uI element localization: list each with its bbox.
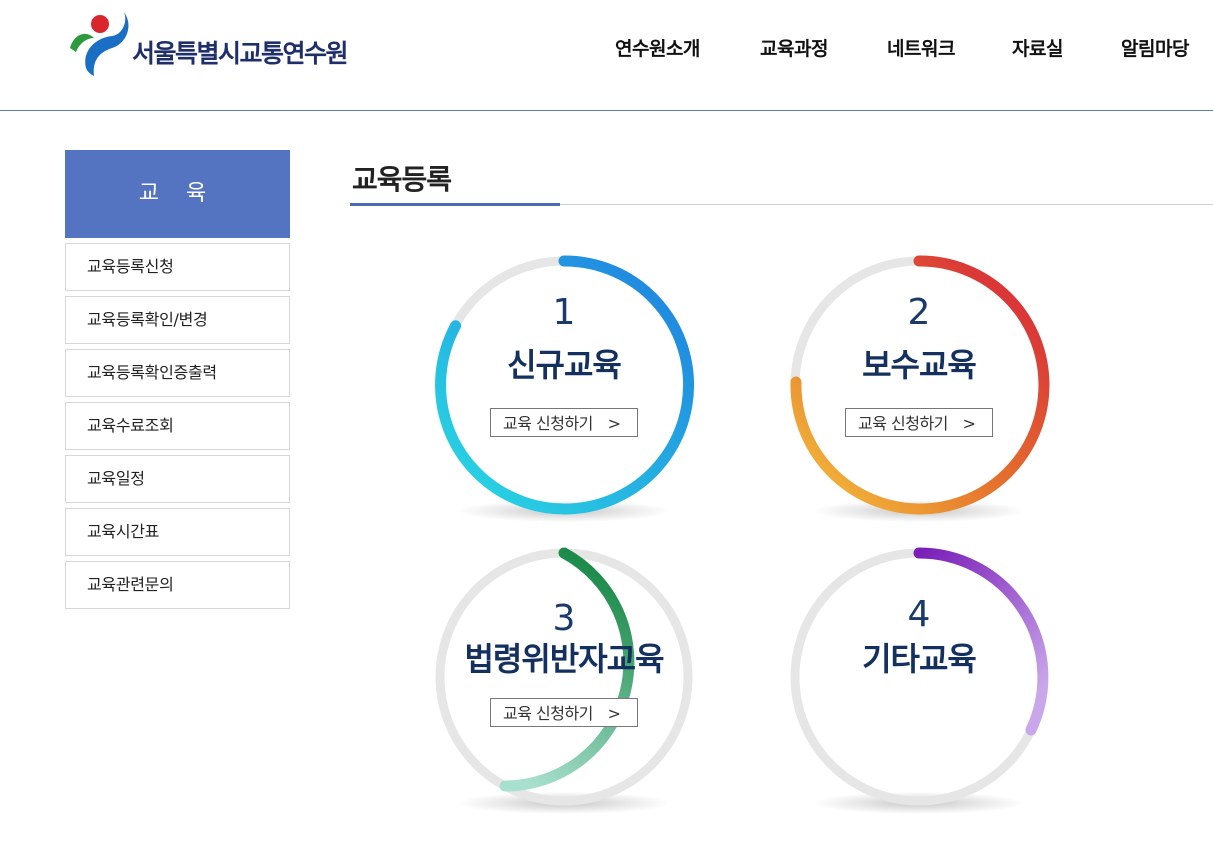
card-title: 보수교육 xyxy=(862,346,977,384)
course-card-other[interactable]: 4 기타교육 xyxy=(784,542,1054,832)
sidebar-item-schedule[interactable]: 교육일정 xyxy=(65,455,290,503)
nav-item-about[interactable]: 연수원소개 xyxy=(615,34,700,61)
nav-item-courses[interactable]: 교육과정 xyxy=(760,34,828,61)
card-title: 신규교육 xyxy=(507,346,622,384)
sidebar-item-registration-check[interactable]: 교육등록확인/변경 xyxy=(65,296,290,344)
sidebar-title: 교 육 xyxy=(65,150,290,238)
nav-item-resources[interactable]: 자료실 xyxy=(1012,34,1063,61)
nav-item-notices[interactable]: 알림마당 xyxy=(1121,34,1189,61)
card-number: 3 xyxy=(552,598,576,639)
apply-button[interactable]: 교육 신청하기 > xyxy=(845,408,993,437)
apply-button-label: 교육 신청하기 xyxy=(503,704,593,723)
sidebar-item-timetable[interactable]: 교육시간표 xyxy=(65,508,290,556)
sidebar-item-label: 교육시간표 xyxy=(87,522,160,541)
course-card-refresher[interactable]: 2 보수교육 교육 신청하기 > xyxy=(784,250,1054,540)
card-number: 2 xyxy=(907,292,931,333)
page-title: 교육등록 xyxy=(352,163,452,196)
apply-button-label: 교육 신청하기 xyxy=(858,414,948,433)
card-title: 기타교육 xyxy=(862,640,977,678)
card-number: 4 xyxy=(907,594,931,635)
sidebar-item-completion-lookup[interactable]: 교육수료조회 xyxy=(65,402,290,450)
chevron-right-icon: > xyxy=(607,704,621,723)
chevron-right-icon: > xyxy=(962,414,976,433)
apply-button[interactable]: 교육 신청하기 > xyxy=(490,408,638,437)
sidebar-item-label: 교육등록신청 xyxy=(87,257,174,276)
sidebar-item-inquiry[interactable]: 교육관련문의 xyxy=(65,561,290,609)
main-navigation: 연수원소개 교육과정 네트워크 자료실 알림마당 xyxy=(0,34,1213,64)
apply-button[interactable]: 교육 신청하기 > xyxy=(490,698,638,727)
sidebar-item-label: 교육등록확인증출력 xyxy=(87,363,217,382)
course-card-new[interactable]: 1 신규교육 교육 신청하기 > xyxy=(429,250,699,540)
card-number: 1 xyxy=(552,292,576,333)
sidebar-item-label: 교육일정 xyxy=(87,469,145,488)
card-title: 법령위반자교육 xyxy=(464,640,664,678)
site-header: 서울특별시교통연수원 연수원소개 교육과정 네트워크 자료실 알림마당 xyxy=(0,0,1213,111)
title-accent-bar xyxy=(350,203,560,206)
sidebar-item-label: 교육관련문의 xyxy=(87,575,174,594)
course-card-violator[interactable]: 3 법령위반자교육 교육 신청하기 > xyxy=(429,542,699,832)
apply-button-label: 교육 신청하기 xyxy=(503,414,593,433)
sidebar-item-label: 교육수료조회 xyxy=(87,416,174,435)
sidebar-item-certificate-print[interactable]: 교육등록확인증출력 xyxy=(65,349,290,397)
sidebar-item-registration-apply[interactable]: 교육등록신청 xyxy=(65,243,290,291)
nav-item-network[interactable]: 네트워크 xyxy=(887,34,955,61)
sidebar-item-label: 교육등록확인/변경 xyxy=(87,310,208,329)
chevron-right-icon: > xyxy=(607,414,621,433)
